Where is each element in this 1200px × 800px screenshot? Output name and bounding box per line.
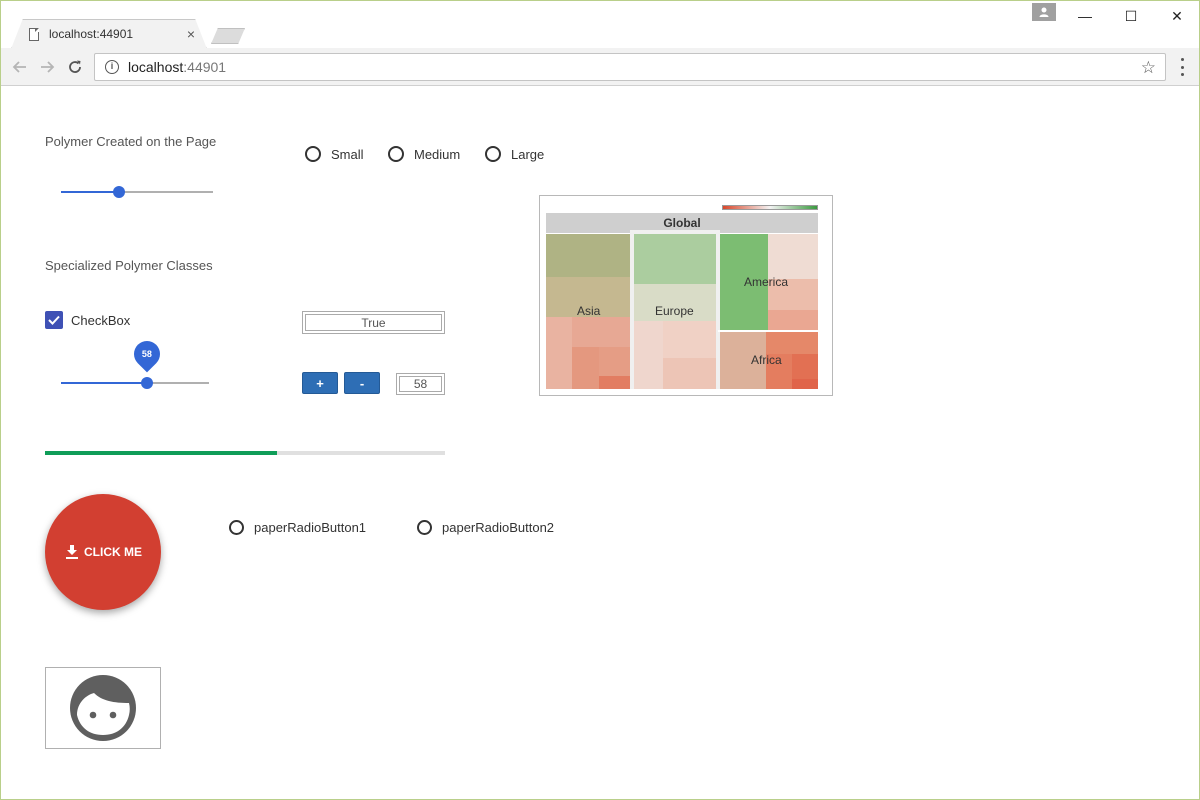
url-host: localhost — [128, 59, 184, 75]
tab-title: localhost:44901 — [49, 27, 134, 41]
click-me-label: CLICK ME — [84, 545, 142, 559]
arrow-right-icon — [41, 61, 55, 73]
profile-icon[interactable] — [1032, 3, 1056, 21]
increment-button[interactable]: + — [302, 372, 338, 394]
maximize-button[interactable]: ☐ — [1108, 1, 1154, 31]
checkbox-box — [45, 311, 63, 329]
heading-polymer-created: Polymer Created on the Page — [45, 134, 217, 149]
url-port: :44901 — [183, 59, 227, 75]
progress-fill — [45, 451, 277, 455]
radio-label-large: Large — [511, 146, 545, 162]
treemap-label-asia: Asia — [577, 304, 601, 318]
radio-circle — [485, 146, 501, 162]
radio-circle — [417, 520, 432, 535]
slider-1-knob[interactable] — [112, 186, 125, 198]
reload-button[interactable] — [64, 56, 86, 78]
title-bar: localhost:44901 × — ☐ ✕ — [1, 1, 1199, 48]
slider-2-knob[interactable] — [140, 377, 153, 389]
treemap-cell[interactable] — [768, 310, 818, 330]
treemap-cell[interactable] — [634, 321, 663, 389]
treemap-cell[interactable] — [663, 321, 716, 358]
slider-2[interactable]: 58 — [61, 335, 209, 389]
avatar[interactable] — [45, 667, 161, 749]
download-icon — [66, 545, 78, 559]
treemap-cell[interactable] — [572, 317, 630, 347]
radio-label-medium: Medium — [414, 146, 461, 162]
slider-1[interactable] — [61, 186, 213, 198]
radio-label-small: Small — [331, 146, 364, 162]
treemap-cell[interactable] — [768, 234, 818, 279]
minimize-button[interactable]: — — [1062, 1, 1108, 31]
paper-radio-label-1: paperRadioButton1 — [254, 520, 367, 535]
treemap-label-europe: Europe — [655, 304, 694, 318]
arrow-left-icon — [12, 61, 26, 73]
browser-toolbar: i localhost:44901 ☆ — [1, 48, 1199, 86]
info-icon[interactable]: i — [105, 60, 119, 74]
number-textbox[interactable]: 58 — [396, 373, 445, 395]
slider-2-pin: 58 — [128, 335, 166, 373]
slider-2-fill — [61, 382, 147, 384]
forward-button[interactable] — [36, 56, 58, 78]
radio-medium[interactable]: Medium — [388, 146, 460, 162]
boolean-textbox[interactable]: True — [302, 311, 445, 334]
treemap-color-legend — [722, 205, 818, 210]
radio-circle — [305, 146, 321, 162]
paper-radio-button-2[interactable]: paperRadioButton2 — [417, 520, 554, 535]
number-textbox-value: 58 — [399, 376, 442, 392]
page-icon — [29, 27, 39, 41]
treemap-label-africa: Africa — [751, 353, 782, 367]
star-icon[interactable]: ☆ — [1141, 58, 1156, 78]
check-icon — [48, 315, 60, 325]
treemap-cell[interactable] — [663, 358, 716, 389]
click-me-button[interactable]: CLICK ME — [45, 494, 161, 610]
reload-icon — [69, 60, 81, 73]
browser-window: localhost:44901 × — ☐ ✕ i localhost:4490… — [0, 0, 1200, 800]
address-bar[interactable]: i localhost:44901 ☆ — [94, 53, 1166, 81]
face-icon — [70, 675, 136, 741]
active-tab[interactable]: localhost:44901 × — [15, 19, 205, 49]
radio-circle — [388, 146, 404, 162]
checkbox-label: CheckBox — [71, 312, 131, 328]
treemap-chart[interactable]: Global Asia Europe America Africa — [539, 195, 833, 396]
treemap-cell[interactable] — [599, 376, 630, 389]
url-text: localhost:44901 — [128, 59, 226, 75]
treemap-cell[interactable] — [599, 347, 630, 376]
tab-close-icon[interactable]: × — [183, 26, 199, 42]
back-button[interactable] — [9, 56, 31, 78]
slider-2-value: 58 — [141, 349, 152, 359]
treemap-cell[interactable] — [792, 379, 818, 389]
checkbox[interactable]: CheckBox — [45, 311, 130, 329]
radio-small[interactable]: Small — [305, 146, 364, 162]
boolean-textbox-value: True — [305, 314, 442, 331]
treemap-cell[interactable] — [634, 234, 716, 284]
treemap-cell[interactable] — [792, 354, 818, 379]
radio-circle — [229, 520, 244, 535]
paper-radio-label-2: paperRadioButton2 — [442, 520, 555, 535]
treemap-label-america: America — [744, 275, 789, 289]
progress-bar — [45, 451, 445, 455]
page-content: Polymer Created on the Page Small Medium… — [1, 87, 1199, 799]
new-tab-button[interactable] — [211, 28, 245, 44]
treemap-cell[interactable] — [546, 234, 630, 277]
treemap-separator — [718, 330, 818, 332]
decrement-button[interactable]: - — [344, 372, 380, 394]
heading-specialized-classes: Specialized Polymer Classes — [45, 258, 213, 273]
close-window-button[interactable]: ✕ — [1154, 1, 1199, 31]
paper-radio-button-1[interactable]: paperRadioButton1 — [229, 520, 366, 535]
treemap-cell[interactable] — [572, 347, 599, 389]
treemap-cell[interactable] — [766, 332, 818, 354]
radio-large[interactable]: Large — [485, 146, 544, 162]
slider-1-fill — [61, 191, 119, 193]
treemap-cell[interactable] — [546, 317, 572, 389]
more-vert-icon[interactable] — [1177, 58, 1187, 76]
